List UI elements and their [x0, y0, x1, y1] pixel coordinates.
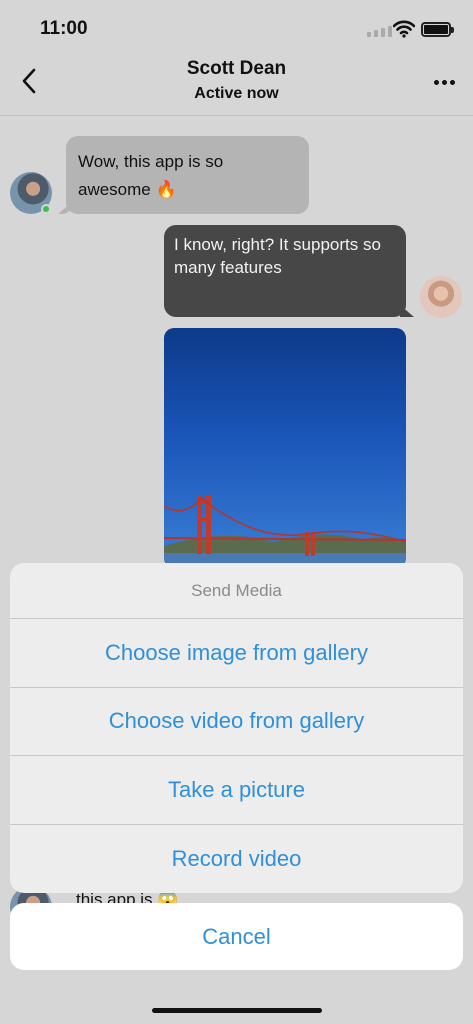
take-picture-option[interactable]: Take a picture: [10, 756, 463, 825]
signal-icon: [367, 26, 392, 37]
outgoing-message-bubble[interactable]: I know, right? It supports so many featu…: [164, 225, 406, 317]
incoming-message-bubble[interactable]: Wow, this app is so awesome 🔥: [66, 136, 309, 214]
status-time: 11:00: [40, 18, 88, 39]
status-bar: 11:00: [0, 0, 473, 52]
battery-icon: [421, 22, 454, 37]
chat-header: Scott Dean Active now: [0, 52, 473, 116]
bridge-photo: [164, 496, 406, 568]
online-indicator: [41, 204, 51, 214]
send-media-action-sheet: Send Media Choose image from gallery Cho…: [10, 563, 463, 893]
contact-name: Scott Dean: [186, 58, 287, 79]
message-text: awesome 🔥: [78, 180, 177, 199]
my-avatar[interactable]: [420, 276, 462, 318]
cancel-button[interactable]: Cancel: [10, 903, 463, 970]
image-message[interactable]: [164, 328, 406, 568]
wifi-icon: [393, 20, 415, 38]
contact-status: Active now: [194, 85, 279, 102]
choose-video-option[interactable]: Choose video from gallery: [10, 688, 463, 756]
more-icon: [433, 79, 439, 85]
more-options-button[interactable]: [426, 70, 462, 94]
home-indicator[interactable]: [152, 1008, 322, 1013]
record-video-option[interactable]: Record video: [10, 825, 463, 894]
choose-image-option[interactable]: Choose image from gallery: [10, 619, 463, 688]
action-sheet-title: Send Media: [10, 563, 463, 619]
message-text: Wow, this app is so: [78, 152, 224, 171]
message-text: I know, right? It supports so many featu…: [174, 235, 381, 277]
